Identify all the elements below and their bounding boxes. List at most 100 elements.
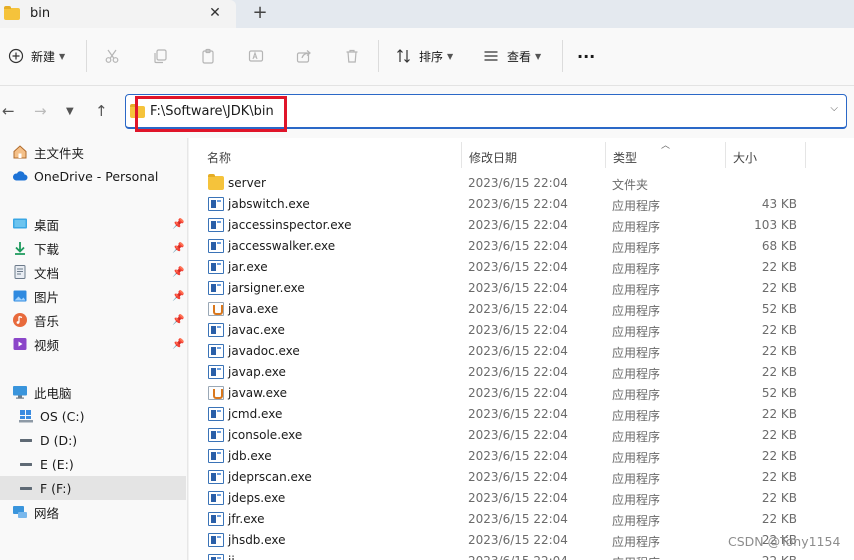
chevron-down-icon: ▼: [447, 51, 454, 61]
sidebar-item-label: 下载: [34, 241, 60, 257]
sidebar-item-label: D (D:): [40, 432, 78, 448]
sort-button[interactable]: 排序 ▼: [396, 44, 453, 68]
pin-icon[interactable]: 📌: [172, 291, 184, 302]
pin-icon[interactable]: 📌: [172, 267, 184, 278]
file-size: 22 KB: [729, 554, 797, 560]
sidebar-item-drive-f[interactable]: F (F:): [0, 476, 186, 500]
file-date: 2023/6/15 22:04: [468, 554, 568, 560]
recent-locations-icon[interactable]: ▼: [66, 106, 74, 117]
sidebar-item-videos[interactable]: 视频 📌: [0, 332, 186, 356]
file-row[interactable]: javap.exe 2023/6/15 22:04 应用程序 22 KB: [189, 362, 854, 383]
new-button[interactable]: 新建 ▼: [8, 44, 65, 68]
sidebar-item-music[interactable]: 音乐 📌: [0, 308, 186, 332]
sidebar-item-desktop[interactable]: 桌面 📌: [0, 212, 186, 236]
forward-icon[interactable]: →: [34, 102, 47, 120]
rename-icon[interactable]: [248, 44, 264, 68]
tab-bin[interactable]: bin ✕: [0, 0, 236, 28]
file-size: 52 KB: [761, 302, 797, 316]
file-row[interactable]: java.exe 2023/6/15 22:04 应用程序 52 KB: [189, 299, 854, 320]
delete-icon[interactable]: [344, 44, 360, 68]
sidebar-item-drive-d[interactable]: D (D:): [0, 428, 186, 452]
file-row[interactable]: jconsole.exe 2023/6/15 22:04 应用程序 22 KB: [189, 425, 854, 446]
view-button[interactable]: 查看 ▼: [483, 44, 541, 68]
file-name: javac.exe: [228, 323, 285, 337]
divider: [562, 40, 563, 72]
network-icon: [13, 506, 27, 518]
sidebar-item-home[interactable]: 主文件夹: [0, 140, 186, 164]
more-button[interactable]: ···: [577, 44, 595, 68]
file-row[interactable]: jarsigner.exe 2023/6/15 22:04 应用程序 22 KB: [189, 278, 854, 299]
file-name: jfr.exe: [228, 512, 265, 526]
file-row[interactable]: jdeprscan.exe 2023/6/15 22:04 应用程序 22 KB: [189, 467, 854, 488]
file-date: 2023/6/15 22:04: [468, 281, 568, 295]
computer-icon: [13, 386, 27, 399]
pin-icon[interactable]: 📌: [172, 339, 184, 350]
share-icon[interactable]: [296, 44, 312, 68]
file-type: 应用程序: [612, 220, 661, 234]
file-type: 应用程序: [612, 304, 661, 318]
exe-icon: [208, 218, 224, 232]
column-divider[interactable]: [805, 142, 806, 168]
column-header-name[interactable]: 名称: [201, 144, 459, 172]
chevron-down-icon[interactable]: ⌵: [830, 103, 838, 114]
close-icon[interactable]: ✕: [206, 4, 224, 22]
file-row[interactable]: jj... 2023/6/15 22:04 应用程序 22 KB: [189, 551, 854, 560]
pin-icon[interactable]: 📌: [172, 219, 184, 230]
sort-label: 排序: [419, 49, 444, 64]
file-row[interactable]: jaccessinspector.exe 2023/6/15 22:04 应用程序 1…: [189, 215, 854, 236]
file-type: 应用程序: [612, 367, 661, 381]
file-row[interactable]: jcmd.exe 2023/6/15 22:04 应用程序 22 KB: [189, 404, 854, 425]
back-icon[interactable]: ←: [2, 102, 15, 120]
file-row[interactable]: jar.exe 2023/6/15 22:04 应用程序 22 KB: [189, 257, 854, 278]
file-row[interactable]: javac.exe 2023/6/15 22:04 应用程序 22 KB: [189, 320, 854, 341]
sidebar-item-onedrive[interactable]: OneDrive - Personal: [0, 164, 186, 188]
exe-icon: [208, 323, 224, 337]
sidebar-item-network[interactable]: 网络: [0, 500, 186, 524]
sidebar-item-documents[interactable]: 文档 📌: [0, 260, 186, 284]
file-size: 22 KB: [761, 323, 797, 337]
column-header-date[interactable]: 修改日期: [463, 144, 603, 172]
file-row[interactable]: javadoc.exe 2023/6/15 22:04 应用程序 22 KB: [189, 341, 854, 362]
sidebar-item-drive-e[interactable]: E (E:): [0, 452, 186, 476]
sidebar-item-label: 音乐: [34, 313, 60, 329]
sidebar-item-label: OneDrive - Personal: [34, 168, 159, 184]
view-label: 查看: [507, 49, 532, 64]
file-date: 2023/6/15 22:04: [468, 512, 568, 526]
sidebar-item-pictures[interactable]: 图片 📌: [0, 284, 186, 308]
column-divider[interactable]: [605, 142, 606, 168]
file-row[interactable]: jdb.exe 2023/6/15 22:04 应用程序 22 KB: [189, 446, 854, 467]
music-icon: [13, 313, 27, 327]
pin-icon[interactable]: 📌: [172, 315, 184, 326]
file-row[interactable]: jdeps.exe 2023/6/15 22:04 应用程序 22 KB: [189, 488, 854, 509]
file-type: 应用程序: [612, 535, 661, 549]
document-icon: [14, 265, 26, 279]
sidebar-item-drive-c[interactable]: OS (C:): [0, 404, 186, 428]
navigation-bar: ← → ▼ ↑ F:\Software\JDK\bin ⌵: [0, 86, 854, 138]
windows-drive-icon: [19, 410, 33, 423]
pin-icon[interactable]: 📌: [172, 243, 184, 254]
column-divider[interactable]: [725, 142, 726, 168]
column-divider[interactable]: [461, 142, 462, 168]
file-row[interactable]: jaccesswalker.exe 2023/6/15 22:04 应用程序 68 K…: [189, 236, 854, 257]
file-row[interactable]: jfr.exe 2023/6/15 22:04 应用程序 22 KB: [189, 509, 854, 530]
paste-icon[interactable]: [200, 44, 216, 68]
new-label: 新建: [31, 49, 56, 64]
file-size: 22 KB: [761, 491, 797, 505]
copy-icon[interactable]: [152, 44, 168, 68]
exe-icon: [208, 470, 224, 484]
annotation-highlight-box: [135, 96, 287, 132]
file-row[interactable]: server 2023/6/15 22:04 文件夹: [189, 173, 854, 194]
cut-icon[interactable]: [104, 44, 120, 68]
exe-icon: [208, 554, 224, 560]
file-name: jdeps.exe: [228, 491, 286, 505]
sidebar-item-this-pc[interactable]: 此电脑: [0, 380, 186, 404]
sidebar-item-downloads[interactable]: 下载 📌: [0, 236, 186, 260]
file-name: jconsole.exe: [228, 428, 303, 442]
column-header-size[interactable]: 大小: [727, 144, 805, 172]
exe-icon: [208, 428, 224, 442]
chevron-down-icon: ▼: [59, 51, 66, 61]
file-row[interactable]: javaw.exe 2023/6/15 22:04 应用程序 52 KB: [189, 383, 854, 404]
up-icon[interactable]: ↑: [95, 102, 108, 120]
file-row[interactable]: jabswitch.exe 2023/6/15 22:04 应用程序 43 KB: [189, 194, 854, 215]
new-tab-button[interactable]: +: [250, 4, 270, 24]
